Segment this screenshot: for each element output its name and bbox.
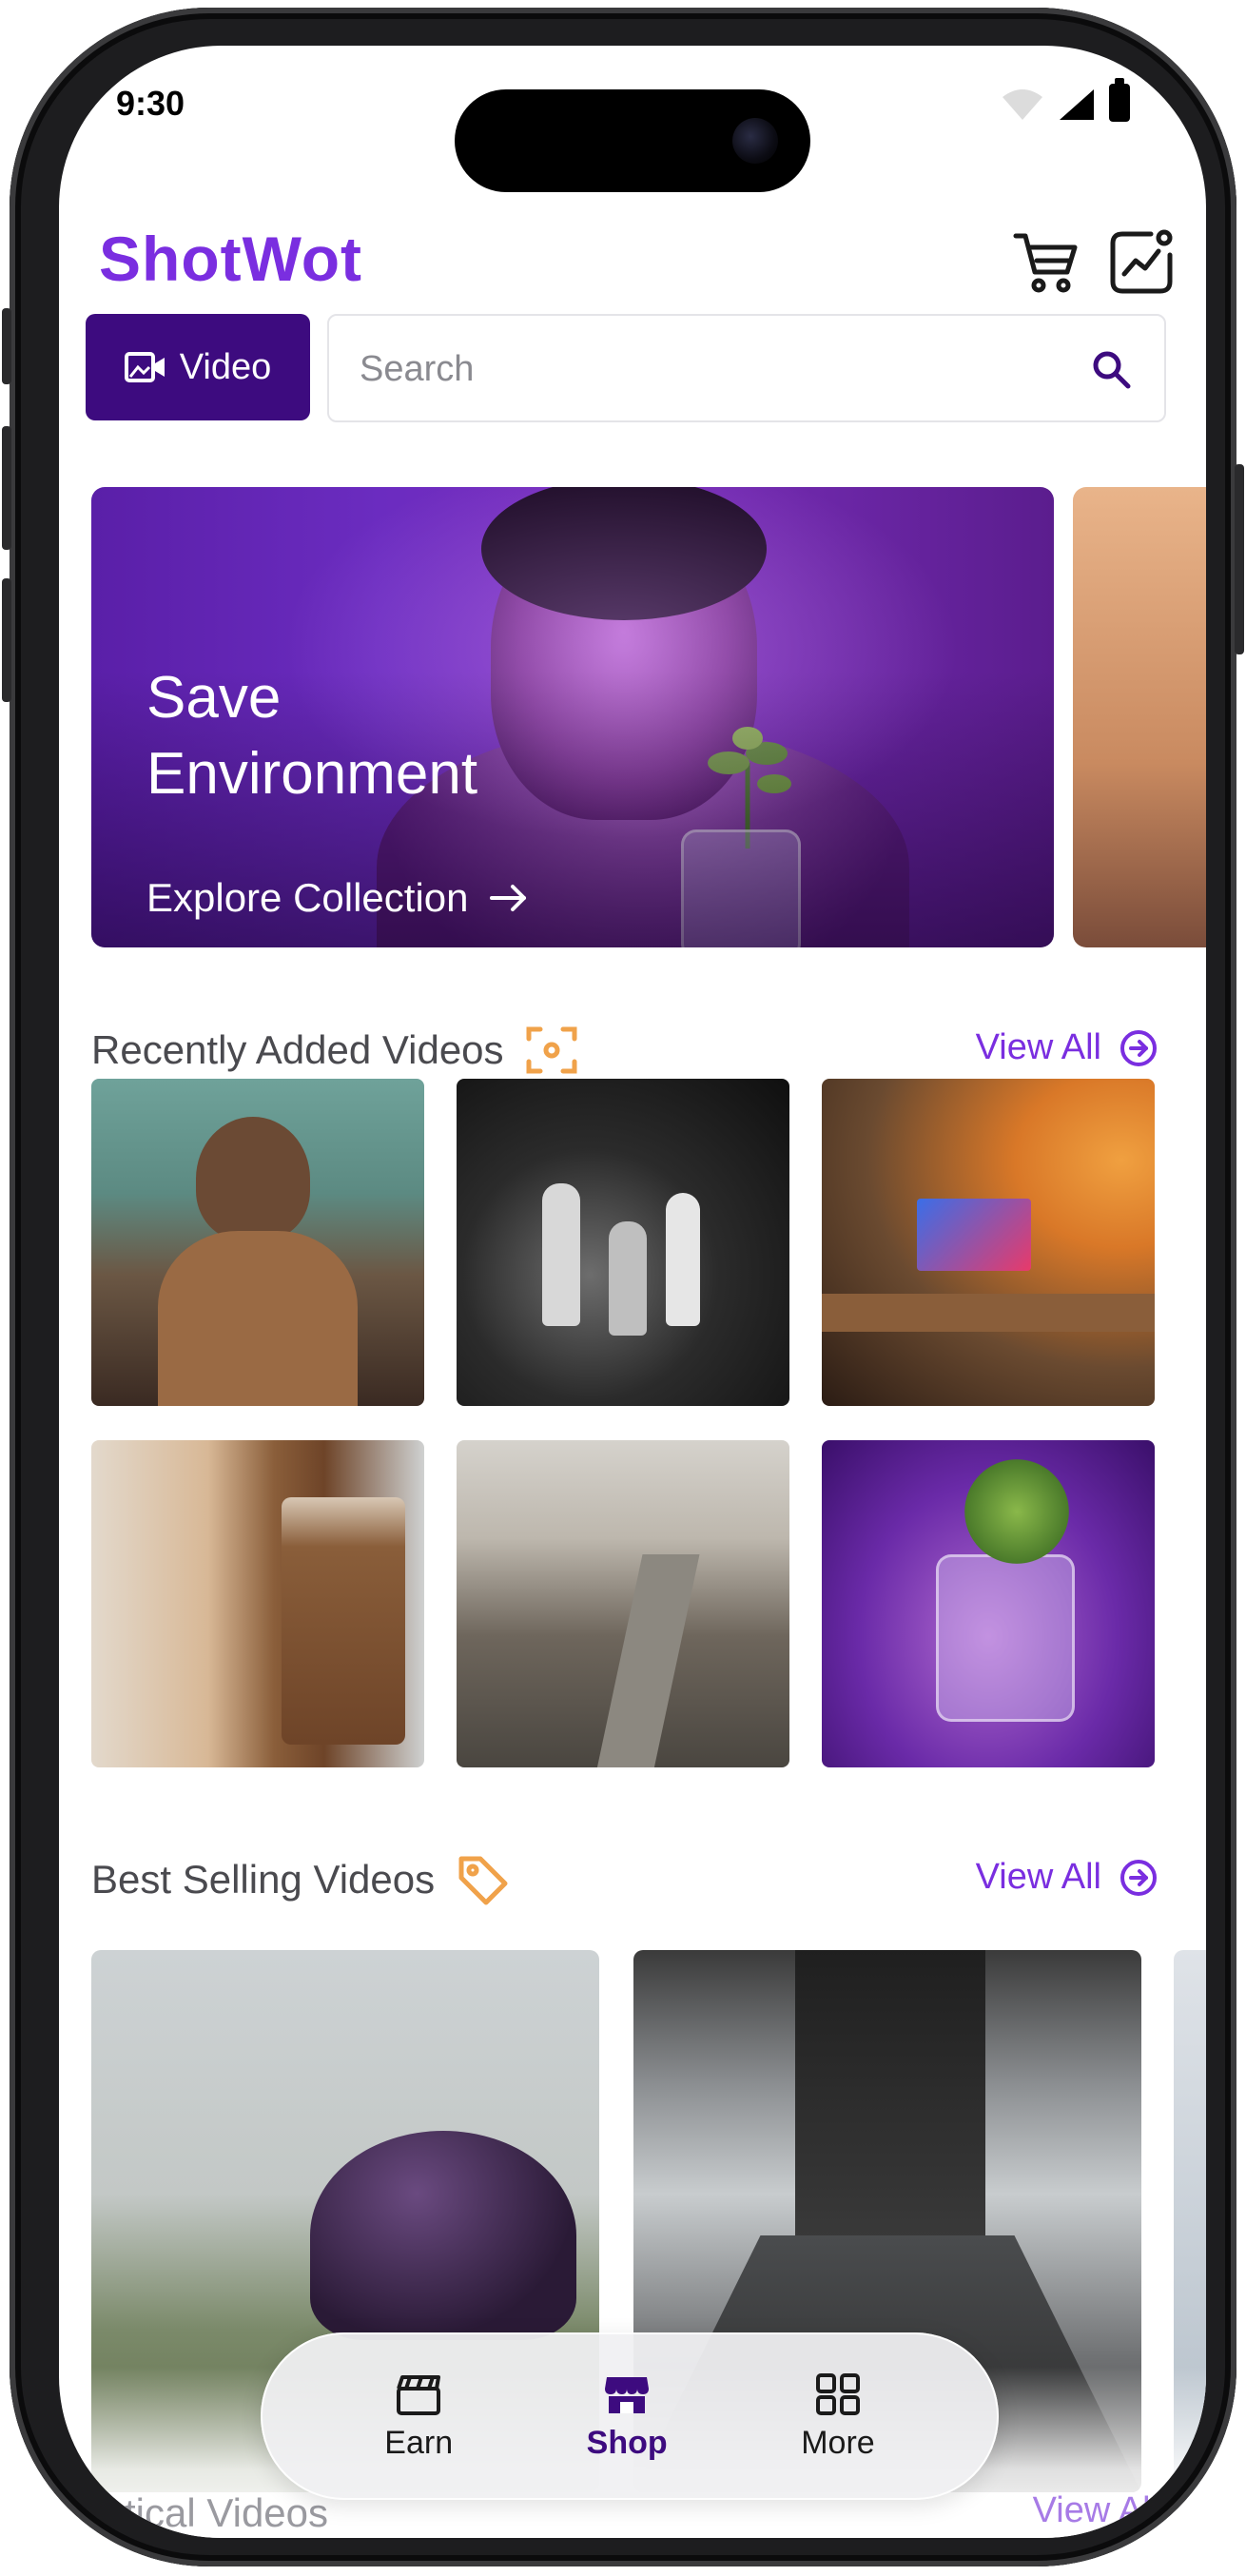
recent-videos-header: Recently Added Videos [91,1022,580,1079]
signal-icon [1060,89,1094,120]
video-thumbnail[interactable] [457,1440,789,1767]
next-banner-peek[interactable] [1073,487,1206,947]
media-type-label: Video [179,346,272,387]
chess-piece [666,1193,700,1326]
tab-more[interactable]: More [801,2371,875,2462]
screen: 9:30 ShotWot Video Search Save Environme… [59,46,1206,2538]
video-thumbnail[interactable] [91,1079,424,1406]
recent-view-all-link[interactable]: View All [976,1027,1158,1068]
recent-videos-title: Recently Added Videos [91,1027,504,1072]
search-icon[interactable] [1090,348,1132,390]
battery-icon [1109,78,1130,122]
clapperboard-icon [397,2374,441,2415]
status-time: 9:30 [116,84,185,123]
next-section-view-all[interactable]: View All [1033,2490,1158,2531]
video-icon [124,352,165,382]
best-selling-title: Best Selling Videos [91,1857,436,1902]
next-section-title: ...tical Videos [91,2490,329,2535]
best-selling-view-all-label: View All [975,1857,1101,1897]
shop-icon [605,2376,650,2413]
search-input[interactable] [358,316,1027,422]
helmet-image [310,2131,576,2340]
person-body [158,1231,358,1406]
power-button [1235,464,1244,654]
analytics-icon[interactable] [1105,226,1178,299]
arrow-right-icon [489,885,526,911]
bottom-tab-bar: Earn Shop More [261,2332,999,2500]
explore-collection-link[interactable]: Explore Collection [146,875,530,921]
video-thumbnail[interactable] [457,1079,789,1406]
dynamic-island [455,89,810,192]
tab-earn-label: Earn [384,2424,454,2461]
person-figure [196,1117,310,1240]
desk [822,1294,1155,1332]
grid-icon [815,2372,860,2415]
explore-collection-label: Explore Collection [146,875,469,920]
recent-view-all-label: View All [975,1027,1101,1067]
arrow-circle-right-icon [1120,1029,1157,1066]
jar-image [936,1554,1075,1722]
search-field[interactable] [327,314,1166,422]
tea-glass [282,1497,405,1745]
phone-frame: 9:30 ShotWot Video Search Save Environme… [2,8,1244,2566]
tab-more-label: More [801,2424,875,2461]
video-thumbnail[interactable] [822,1079,1155,1406]
laptop-screen [917,1199,1031,1271]
hero-title: Save Environment [146,665,478,807]
chess-piece [542,1183,580,1326]
volume-up-button [2,426,11,550]
tab-earn[interactable]: Earn [384,2371,453,2462]
cart-icon[interactable] [1010,226,1082,299]
highway [594,1554,700,1767]
camera-icon [732,118,778,164]
chess-piece [609,1221,647,1336]
plant-image [964,1459,1069,1564]
action-button [2,308,11,384]
best-selling-header: Best Selling Videos [91,1851,511,1908]
video-thumbnail[interactable] [822,1440,1155,1767]
tab-shop[interactable]: Shop [587,2371,668,2462]
arrow-circle-right-icon [1120,1859,1157,1896]
tab-shop-label: Shop [586,2424,668,2461]
hero-banner[interactable]: Save Environment Explore Collection [91,487,1054,947]
tag-icon [458,1856,508,1905]
app-logo[interactable]: ShotWot [99,223,362,295]
volume-down-button [2,578,11,702]
focus-icon [526,1026,577,1074]
wifi-icon [1003,89,1042,120]
best-selling-view-all-link[interactable]: View All [976,1857,1158,1898]
video-thumbnail[interactable] [91,1440,424,1767]
status-icons [1001,78,1130,122]
media-type-button[interactable]: Video [86,314,310,420]
